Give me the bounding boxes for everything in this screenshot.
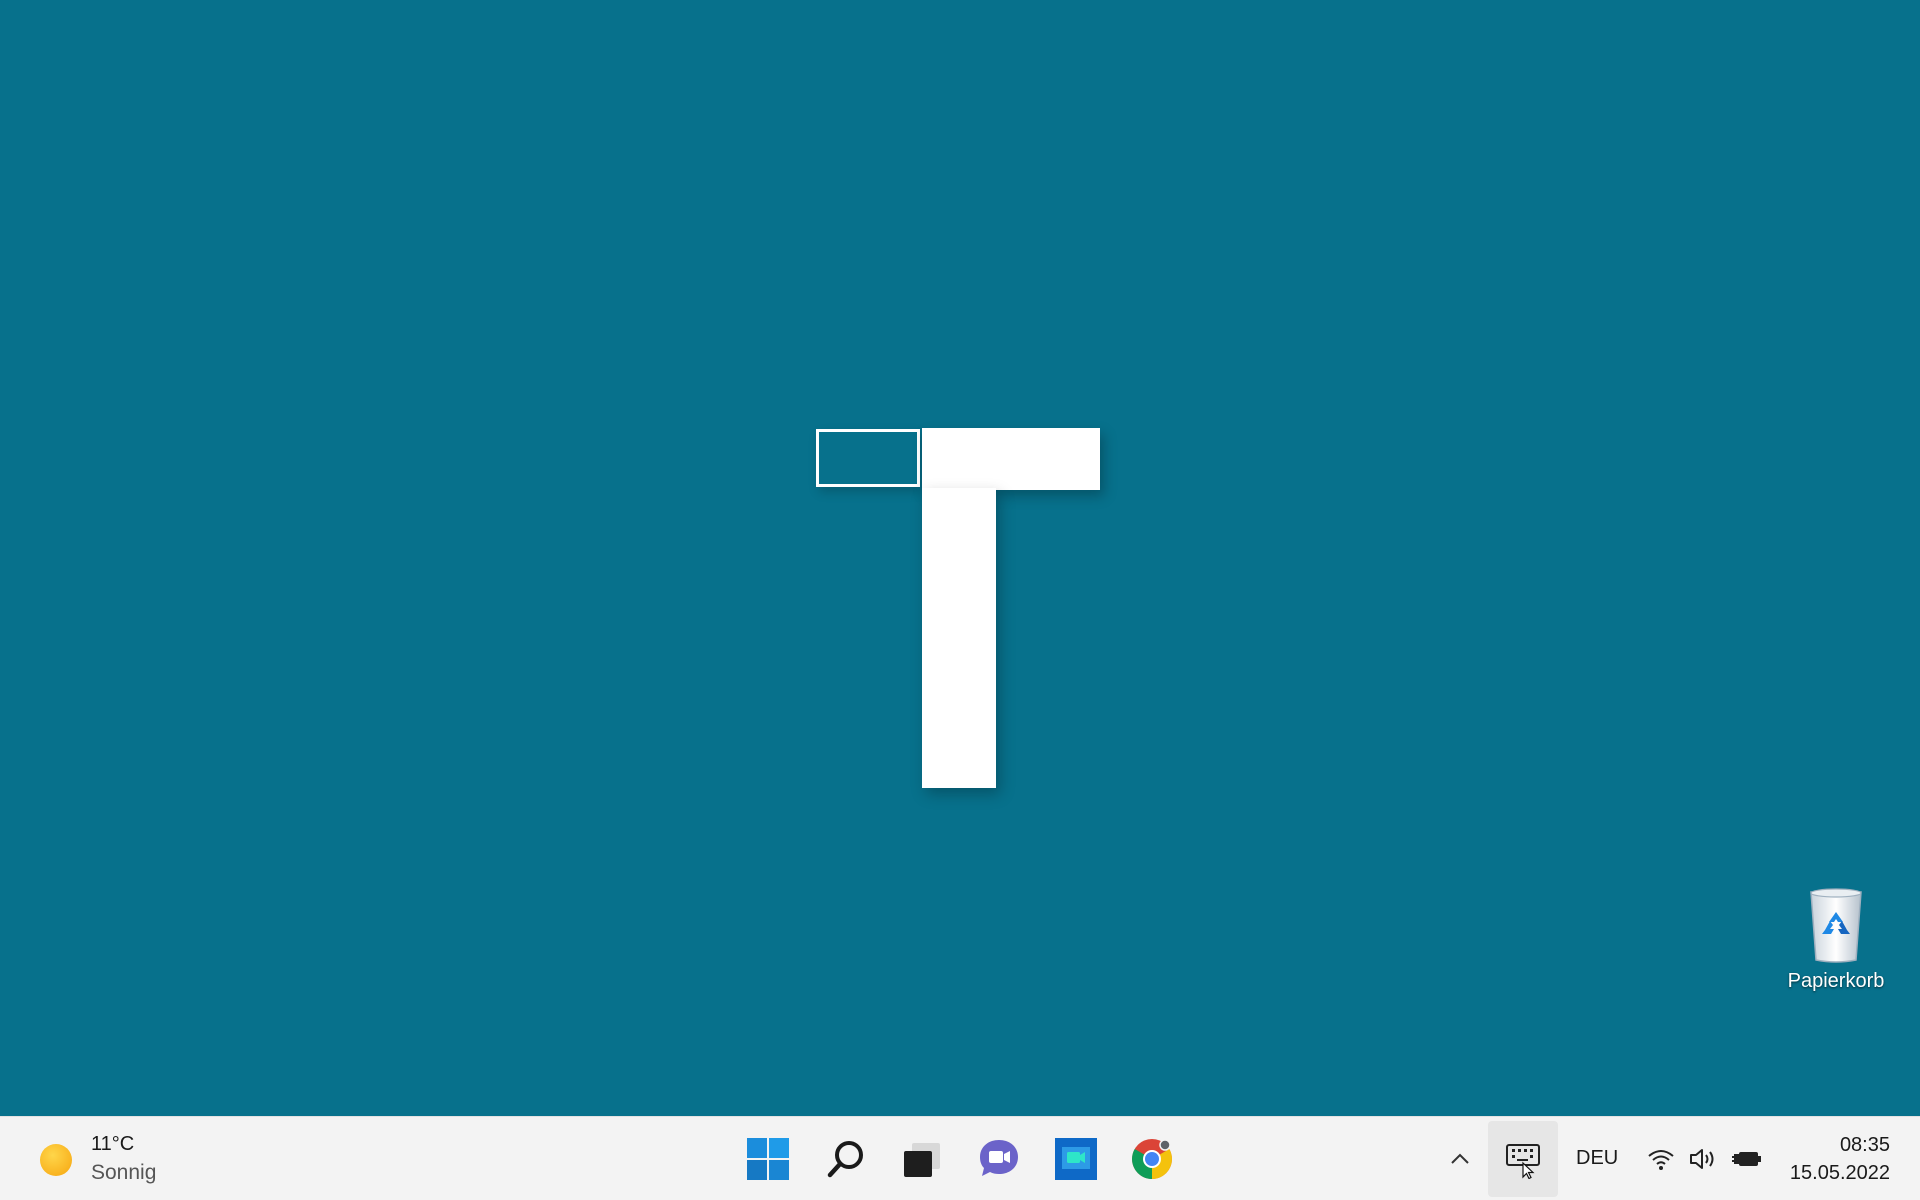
task-view-icon [904,1143,940,1177]
desktop[interactable]: Papierkorb [0,0,1920,1116]
recycle-bin-icon [1810,888,1862,963]
chevron-up-icon [1451,1153,1469,1164]
keyboard-icon [1506,1144,1540,1179]
weather-widget[interactable]: 11°C Sonnig [36,1131,186,1187]
teams-chat-icon [980,1140,1018,1176]
start-button[interactable] [744,1135,792,1183]
t-logo-top-bar [922,428,1100,490]
desktop-icon-recycle-bin[interactable]: Papierkorb [1772,886,1900,1006]
search-icon [827,1141,863,1178]
system-status-area[interactable] [1646,1143,1762,1175]
weather-condition: Sonnig [91,1161,157,1184]
taskbar: 11°C Sonnig DEU 08:35 15.05.2022 [0,1116,1920,1200]
wifi-icon [1648,1150,1674,1170]
chrome-button[interactable] [1128,1135,1176,1183]
teams-chat-button[interactable] [975,1135,1023,1183]
clock[interactable]: 08:35 15.05.2022 [1780,1131,1890,1187]
chrome-icon [1132,1139,1172,1179]
touch-keyboard-button[interactable] [1488,1121,1558,1197]
t-logo-stem [922,488,996,788]
input-language-indicator[interactable]: DEU [1576,1147,1618,1170]
recycle-bin-label: Papierkorb [1787,970,1885,992]
volume-icon [1690,1149,1714,1169]
windows-icon [747,1138,789,1180]
t-logo-outline-block [816,429,920,487]
weather-temperature: 11°C [91,1133,135,1155]
meet-now-icon [1055,1138,1097,1180]
show-hidden-icons-button[interactable] [1446,1145,1474,1173]
battery-charging-icon [1732,1152,1761,1166]
task-view-button[interactable] [898,1135,946,1183]
search-button[interactable] [822,1135,870,1183]
clock-time: 08:35 [1839,1134,1890,1156]
clock-date: 15.05.2022 [1789,1162,1890,1184]
sun-icon [40,1144,72,1176]
meet-now-button[interactable] [1052,1135,1100,1183]
t-logo [816,428,1102,788]
